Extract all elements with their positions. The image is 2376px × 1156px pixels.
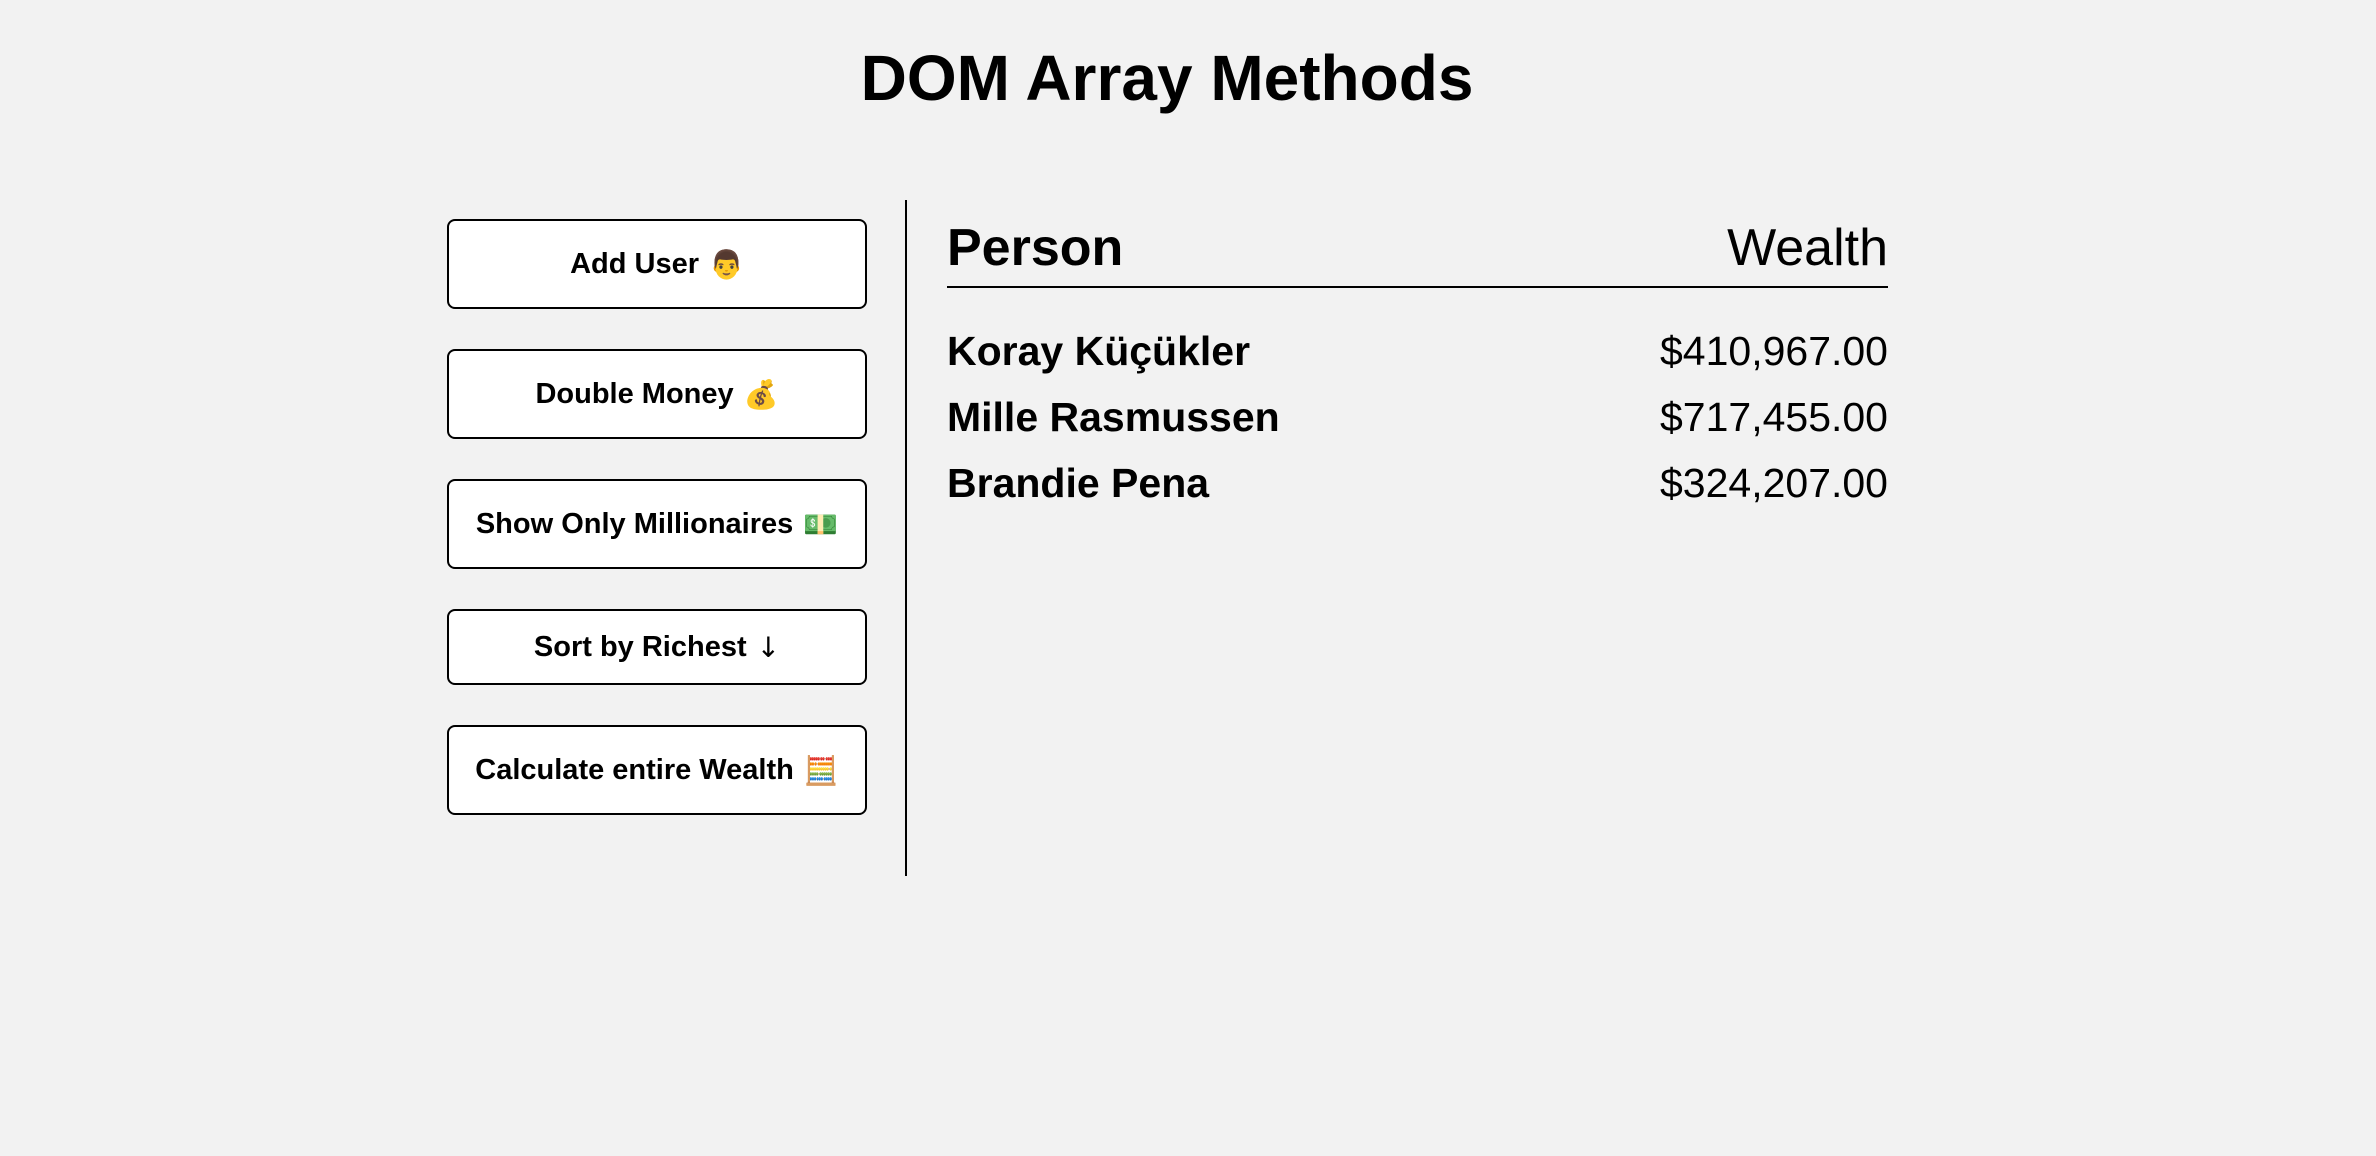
man-icon: 👨 xyxy=(709,247,744,281)
sort-richest-label: Sort by Richest xyxy=(533,630,747,663)
abacus-icon: 🧮 xyxy=(803,753,839,787)
dollar-banknote-icon: 💵 xyxy=(803,507,839,541)
table-header: Person Wealth xyxy=(947,210,1888,288)
add-user-label: Add User xyxy=(570,247,700,280)
money-bag-icon: 💰 xyxy=(743,377,779,411)
add-user-button[interactable]: Add User 👨 xyxy=(447,219,867,309)
sort-richest-button[interactable]: Sort by Richest ↓ xyxy=(447,609,867,685)
double-money-button[interactable]: Double Money 💰 xyxy=(447,349,867,439)
wealth-column-header: Wealth xyxy=(1727,219,1888,277)
person-wealth: $324,207.00 xyxy=(1659,459,1888,506)
person-wealth: $410,967.00 xyxy=(1659,327,1888,374)
table-body: Koray Küçükler $410,967.00 Mille Rasmuss… xyxy=(947,318,1888,516)
page-title: DOM Array Methods xyxy=(860,42,1474,114)
show-millionaires-label: Show Only Millionaires xyxy=(475,507,794,540)
wealth-table: Person Wealth Koray Küçükler $410,967.00… xyxy=(947,210,1888,516)
table-row: Brandie Pena $324,207.00 xyxy=(947,450,1888,516)
person-name: Koray Küçükler xyxy=(947,327,1251,374)
vertical-divider xyxy=(905,200,907,876)
calculate-wealth-label: Calculate entire Wealth xyxy=(475,753,794,786)
calculate-wealth-button[interactable]: Calculate entire Wealth 🧮 xyxy=(447,725,867,815)
person-wealth: $717,455.00 xyxy=(1659,393,1888,440)
person-name: Brandie Pena xyxy=(947,459,1210,506)
table-row: Koray Küçükler $410,967.00 xyxy=(947,318,1888,384)
show-millionaires-button[interactable]: Show Only Millionaires 💵 xyxy=(447,479,867,569)
person-name: Mille Rasmussen xyxy=(947,393,1280,440)
person-column-header: Person xyxy=(947,219,1124,277)
arrow-down-icon: ↓ xyxy=(756,630,781,664)
double-money-label: Double Money xyxy=(535,377,734,410)
table-row: Mille Rasmussen $717,455.00 xyxy=(947,384,1888,450)
